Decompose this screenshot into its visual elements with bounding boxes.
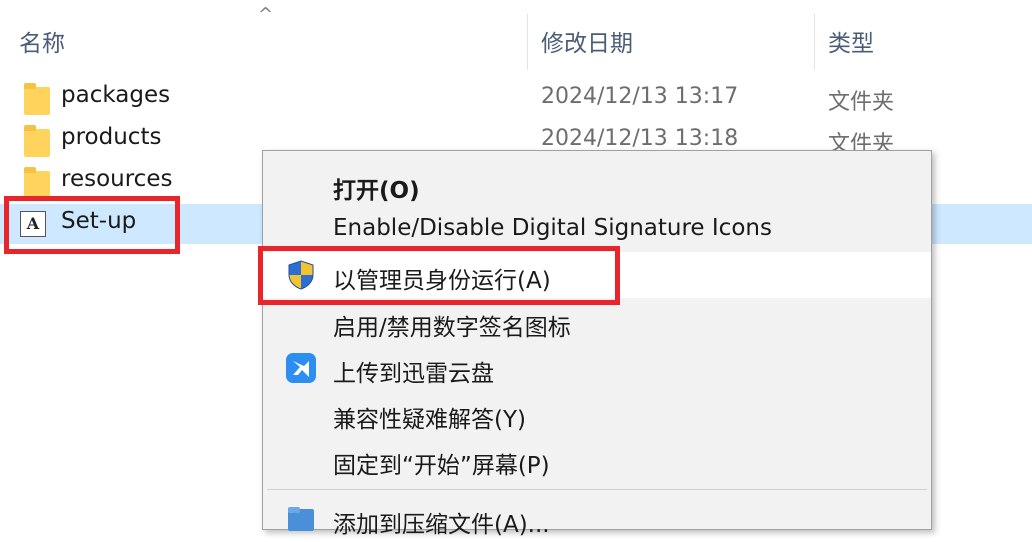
menu-item-label: 打开(O) (333, 178, 420, 204)
menu-item-label: 上传到迅雷云盘 (333, 361, 494, 387)
archive-icon (285, 503, 317, 535)
file-row-packages[interactable]: packages 2024/12/13 13:17 文件夹 (0, 78, 1032, 118)
menu-item-label: 兼容性疑难解答(Y) (333, 407, 526, 433)
file-name: products (61, 124, 162, 150)
menu-item-label: 启用/禁用数字签名图标 (333, 315, 571, 341)
column-separator[interactable] (814, 14, 815, 70)
highlight-box-run-as-admin (258, 246, 620, 305)
menu-item-toggle-signature-icons[interactable]: 启用/禁用数字签名图标 (263, 299, 931, 345)
folder-icon (24, 83, 50, 115)
file-date: 2024/12/13 13:17 (541, 84, 739, 109)
column-header-name[interactable]: 名称 (19, 24, 65, 58)
file-date: 2024/12/13 13:18 (541, 126, 739, 151)
column-header-bar: ^ 名称 修改日期 类型 (0, 0, 1032, 74)
column-header-type[interactable]: 类型 (828, 24, 874, 58)
menu-item-add-to-archive[interactable]: 添加到压缩文件(A)... (263, 496, 931, 542)
column-header-date[interactable]: 修改日期 (541, 24, 633, 58)
menu-item-pin-to-start[interactable]: 固定到“开始”屏幕(P) (263, 437, 931, 483)
column-separator[interactable] (527, 14, 528, 70)
menu-item-compatibility-troubleshoot[interactable]: 兼容性疑难解答(Y) (263, 391, 931, 437)
file-type: 文件夹 (828, 90, 895, 115)
file-name: resources (61, 166, 173, 192)
menu-item-label: 固定到“开始”屏幕(P) (333, 453, 550, 479)
sort-indicator-icon: ^ (258, 4, 274, 25)
menu-divider (267, 489, 927, 490)
highlight-box-set-up (4, 196, 180, 254)
folder-icon (24, 125, 50, 157)
context-menu: 打开(O) Enable/Disable Digital Signature I… (262, 150, 932, 538)
xunlei-icon (285, 352, 317, 384)
folder-icon (24, 167, 50, 199)
menu-item-open[interactable]: 打开(O) (263, 162, 931, 208)
menu-item-label: 添加到压缩文件(A)... (333, 512, 550, 538)
menu-item-label: Enable/Disable Digital Signature Icons (333, 215, 772, 241)
file-name: packages (61, 82, 171, 108)
menu-item-upload-xunlei[interactable]: 上传到迅雷云盘 (263, 345, 931, 391)
